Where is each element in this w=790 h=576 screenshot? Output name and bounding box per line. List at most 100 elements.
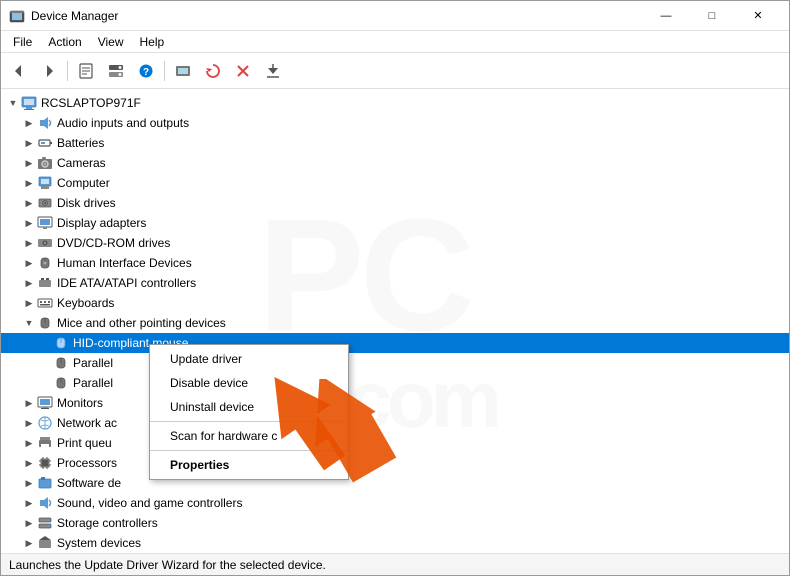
menu-file[interactable]: File	[5, 33, 40, 51]
software-icon	[37, 475, 53, 491]
tree-item-computer[interactable]: ▶ Computer	[1, 173, 789, 193]
expand-storage[interactable]: ▶	[21, 515, 37, 531]
expand-keyboards[interactable]: ▶	[21, 295, 37, 311]
tree-item-print[interactable]: ▶ Print queu	[1, 433, 789, 453]
computer-label: Computer	[57, 176, 110, 190]
expand-processors[interactable]: ▶	[21, 455, 37, 471]
tree-item-software[interactable]: ▶ Software de	[1, 473, 789, 493]
parallel2-label: Parallel	[73, 376, 113, 390]
expand-print[interactable]: ▶	[21, 435, 37, 451]
properties-button[interactable]	[72, 57, 100, 85]
tree-item-ide[interactable]: ▶ IDE ATA/ATAPI controllers	[1, 273, 789, 293]
menu-action[interactable]: Action	[40, 33, 89, 51]
display-icon	[37, 215, 53, 231]
hid-label: Human Interface Devices	[57, 256, 192, 270]
tree-item-display[interactable]: ▶ Display adapters	[1, 213, 789, 233]
menu-view[interactable]: View	[90, 33, 132, 51]
expand-network[interactable]: ▶	[21, 415, 37, 431]
ctx-disable-device[interactable]: Disable device	[150, 371, 348, 395]
tree-item-network[interactable]: ▶ Network ac	[1, 413, 789, 433]
expand-monitors[interactable]: ▶	[21, 395, 37, 411]
expand-mice[interactable]: ▼	[21, 315, 37, 331]
scan-button[interactable]	[199, 57, 227, 85]
expand-sound[interactable]: ▶	[21, 495, 37, 511]
ctx-update-driver[interactable]: Update driver	[150, 347, 348, 371]
tree-item-mice[interactable]: ▼ Mice and other pointing devices	[1, 313, 789, 333]
expand-root[interactable]: ▼	[5, 95, 21, 111]
expand-hid[interactable]: ▶	[21, 255, 37, 271]
title-bar: Device Manager — □ ✕	[1, 1, 789, 31]
toolbar-separator-1	[67, 61, 68, 81]
ctx-uninstall-device[interactable]: Uninstall device	[150, 395, 348, 419]
main-content: PC .com ▼ RCSLAPTOP971F ▶	[1, 89, 789, 553]
tree-item-system[interactable]: ▶ System devices	[1, 533, 789, 553]
maximize-button[interactable]: □	[689, 1, 735, 31]
expand-software[interactable]: ▶	[21, 475, 37, 491]
parallel1-icon	[53, 355, 69, 371]
ctx-properties[interactable]: Properties	[150, 453, 348, 477]
network-icon	[37, 415, 53, 431]
cameras-label: Cameras	[57, 156, 106, 170]
expand-disk[interactable]: ▶	[21, 195, 37, 211]
dvd-label: DVD/CD-ROM drives	[57, 236, 170, 250]
tree-panel[interactable]: ▼ RCSLAPTOP971F ▶	[1, 89, 789, 553]
ide-label: IDE ATA/ATAPI controllers	[57, 276, 196, 290]
tree-item-parallel1[interactable]: Parallel	[1, 353, 789, 373]
computer-icon-2	[37, 175, 53, 191]
mice-icon	[37, 315, 53, 331]
tree-item-dvd[interactable]: ▶ DVD/CD-ROM drives	[1, 233, 789, 253]
audio-label: Audio inputs and outputs	[57, 116, 189, 130]
tree-item-keyboards[interactable]: ▶ Keyboards	[1, 293, 789, 313]
close-button[interactable]: ✕	[735, 1, 781, 31]
menu-help[interactable]: Help	[132, 33, 173, 51]
tree-item-parallel2[interactable]: Parallel	[1, 373, 789, 393]
expand-batteries[interactable]: ▶	[21, 135, 37, 151]
update-driver-button[interactable]	[102, 57, 130, 85]
keyboard-icon	[37, 295, 53, 311]
processors-label: Processors	[57, 456, 117, 470]
disk-icon	[37, 195, 53, 211]
help-button[interactable]: ?	[132, 57, 160, 85]
expand-audio[interactable]: ▶	[21, 115, 37, 131]
ctx-separator-2	[150, 450, 348, 451]
tree-item-monitors[interactable]: ▶ Monitors	[1, 393, 789, 413]
expand-dvd[interactable]: ▶	[21, 235, 37, 251]
batteries-icon	[37, 135, 53, 151]
dvd-icon	[37, 235, 53, 251]
ctx-scan-hardware[interactable]: Scan for hardware c	[150, 424, 348, 448]
device-manager-toolbar-button[interactable]	[169, 57, 197, 85]
tree-item-disk[interactable]: ▶ Disk drives	[1, 193, 789, 213]
minimize-button[interactable]: —	[643, 1, 689, 31]
tree-item-hid-mouse[interactable]: HID-compliant mouse	[1, 333, 789, 353]
tree-item-processors[interactable]: ▶ Processors	[1, 453, 789, 473]
tree-item-hid[interactable]: ▶ Human Interface Devices	[1, 253, 789, 273]
root-label: RCSLAPTOP971F	[41, 96, 141, 110]
system-label: System devices	[57, 536, 141, 550]
expand-computer[interactable]: ▶	[21, 175, 37, 191]
expand-ide[interactable]: ▶	[21, 275, 37, 291]
tree-item-root[interactable]: ▼ RCSLAPTOP971F	[1, 93, 789, 113]
uninstall-button[interactable]	[229, 57, 257, 85]
tree-item-audio[interactable]: ▶ Audio inputs and outputs	[1, 113, 789, 133]
monitors-icon	[37, 395, 53, 411]
disk-label: Disk drives	[57, 196, 116, 210]
tree-item-cameras[interactable]: ▶ Cameras	[1, 153, 789, 173]
window-controls: — □ ✕	[643, 1, 781, 31]
status-bar: Launches the Update Driver Wizard for th…	[1, 553, 789, 575]
download-button[interactable]	[259, 57, 287, 85]
monitors-label: Monitors	[57, 396, 103, 410]
forward-button[interactable]	[35, 57, 63, 85]
expand-display[interactable]: ▶	[21, 215, 37, 231]
processors-icon	[37, 455, 53, 471]
hid-mouse-icon	[53, 335, 69, 351]
expand-cameras[interactable]: ▶	[21, 155, 37, 171]
window-icon	[9, 8, 25, 24]
cameras-icon	[37, 155, 53, 171]
hid-icon	[37, 255, 53, 271]
tree-item-batteries[interactable]: ▶ Batteries	[1, 133, 789, 153]
storage-label: Storage controllers	[57, 516, 158, 530]
back-button[interactable]	[5, 57, 33, 85]
tree-item-storage[interactable]: ▶ Storage controllers	[1, 513, 789, 533]
expand-system[interactable]: ▶	[21, 535, 37, 551]
tree-item-sound[interactable]: ▶ Sound, video and game controllers	[1, 493, 789, 513]
